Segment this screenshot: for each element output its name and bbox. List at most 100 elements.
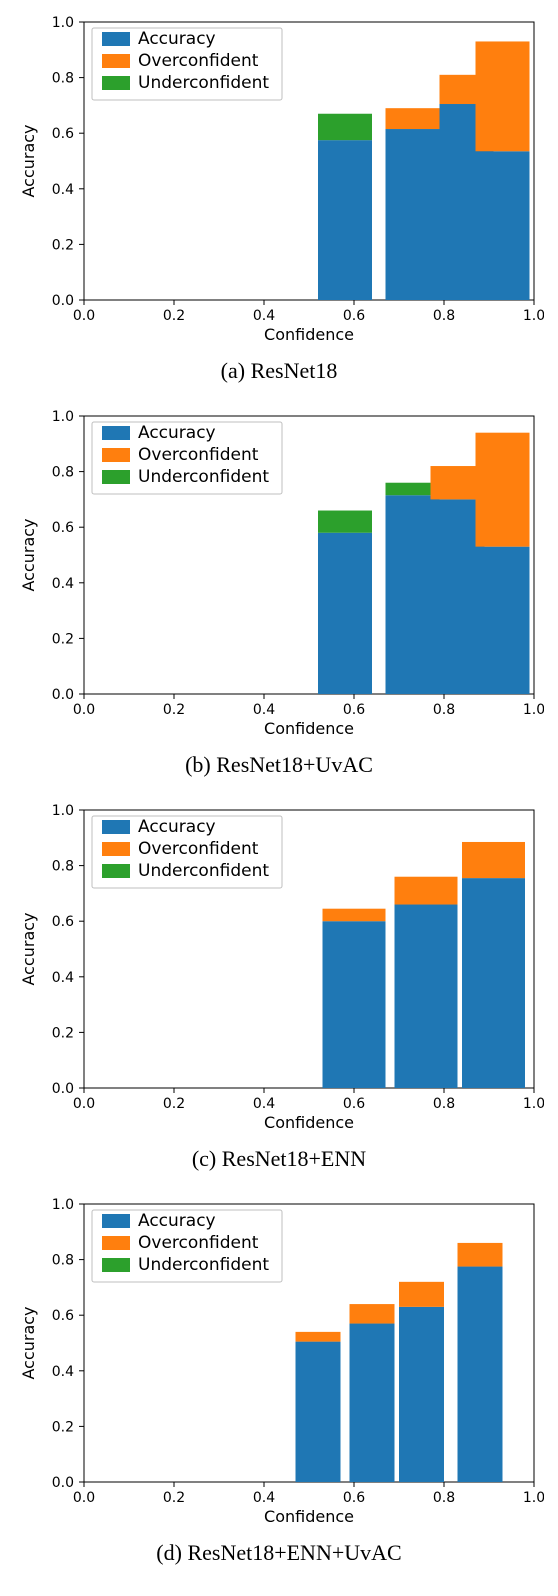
y-axis-label: Accuracy bbox=[19, 912, 38, 985]
y-axis-label: Accuracy bbox=[19, 124, 38, 197]
y-tick-label: 0.8 bbox=[52, 71, 74, 87]
bar-overconfident bbox=[462, 842, 525, 878]
bar-overconfident bbox=[296, 1332, 341, 1342]
y-tick-label: 1.0 bbox=[52, 803, 74, 819]
chart-svg: 0.00.20.40.60.81.00.00.20.40.60.81.0Conf… bbox=[14, 798, 544, 1138]
x-tick-label: 0.0 bbox=[73, 1490, 95, 1506]
x-axis-label: Confidence bbox=[264, 719, 354, 738]
x-tick-label: 1.0 bbox=[523, 308, 544, 324]
legend-swatch bbox=[102, 426, 130, 440]
chart-caption: (d) ResNet18+ENN+UvAC bbox=[0, 1540, 558, 1566]
bar-overconfident bbox=[350, 1304, 395, 1323]
x-tick-label: 1.0 bbox=[523, 702, 544, 718]
legend-swatch bbox=[102, 54, 130, 68]
y-tick-label: 0.4 bbox=[52, 1364, 74, 1380]
bar-accuracy bbox=[318, 533, 372, 694]
x-axis-label: Confidence bbox=[264, 1113, 354, 1132]
y-tick-label: 1.0 bbox=[52, 409, 74, 425]
legend-label: Underconfident bbox=[138, 467, 269, 487]
legend-label: Underconfident bbox=[138, 1255, 269, 1275]
legend-label: Accuracy bbox=[138, 423, 216, 443]
x-tick-label: 0.0 bbox=[73, 1096, 95, 1112]
x-tick-label: 0.8 bbox=[433, 308, 455, 324]
chart-svg: 0.00.20.40.60.81.00.00.20.40.60.81.0Conf… bbox=[14, 404, 544, 744]
legend-swatch bbox=[102, 32, 130, 46]
x-tick-label: 1.0 bbox=[523, 1096, 544, 1112]
x-tick-label: 0.6 bbox=[343, 702, 365, 718]
chart-panel-3: 0.00.20.40.60.81.00.00.20.40.60.81.0Conf… bbox=[0, 1192, 558, 1566]
x-tick-label: 0.2 bbox=[163, 702, 185, 718]
legend-label: Underconfident bbox=[138, 73, 269, 93]
legend-swatch bbox=[102, 1236, 130, 1250]
y-tick-label: 1.0 bbox=[52, 1197, 74, 1213]
y-tick-label: 0.6 bbox=[52, 520, 74, 536]
legend-swatch bbox=[102, 820, 130, 834]
chart-svg: 0.00.20.40.60.81.00.00.20.40.60.81.0Conf… bbox=[14, 10, 544, 350]
x-tick-label: 0.8 bbox=[433, 1490, 455, 1506]
legend-swatch bbox=[102, 470, 130, 484]
bar-accuracy bbox=[458, 1267, 503, 1482]
legend-label: Overconfident bbox=[138, 445, 259, 465]
legend-swatch bbox=[102, 76, 130, 90]
x-tick-label: 1.0 bbox=[523, 1490, 544, 1506]
legend-label: Underconfident bbox=[138, 861, 269, 881]
bar-accuracy bbox=[318, 140, 372, 300]
bar-accuracy bbox=[296, 1342, 341, 1482]
y-tick-label: 0.8 bbox=[52, 859, 74, 875]
x-tick-label: 0.2 bbox=[163, 1490, 185, 1506]
bar-underconfident bbox=[318, 511, 372, 533]
y-tick-label: 0.0 bbox=[52, 1081, 74, 1097]
bar-overconfident bbox=[476, 433, 530, 547]
bar-accuracy bbox=[395, 905, 458, 1088]
y-tick-label: 0.2 bbox=[52, 1419, 74, 1435]
legend-swatch bbox=[102, 1214, 130, 1228]
x-tick-label: 0.4 bbox=[253, 308, 275, 324]
legend-label: Overconfident bbox=[138, 51, 259, 71]
chart-panel-1: 0.00.20.40.60.81.00.00.20.40.60.81.0Conf… bbox=[0, 404, 558, 778]
legend-label: Overconfident bbox=[138, 839, 259, 859]
bar-accuracy bbox=[350, 1324, 395, 1482]
bar-overconfident bbox=[323, 909, 386, 922]
y-axis-label: Accuracy bbox=[19, 1306, 38, 1379]
x-tick-label: 0.2 bbox=[163, 308, 185, 324]
bar-overconfident bbox=[395, 877, 458, 905]
x-axis-label: Confidence bbox=[264, 1507, 354, 1526]
y-tick-label: 0.0 bbox=[52, 687, 74, 703]
bar-accuracy bbox=[476, 547, 530, 694]
bar-accuracy bbox=[462, 878, 525, 1088]
legend-label: Accuracy bbox=[138, 29, 216, 49]
x-axis-label: Confidence bbox=[264, 325, 354, 344]
y-tick-label: 0.6 bbox=[52, 126, 74, 142]
legend-swatch bbox=[102, 1258, 130, 1272]
legend-label: Accuracy bbox=[138, 1211, 216, 1231]
legend-label: Accuracy bbox=[138, 817, 216, 837]
x-tick-label: 0.6 bbox=[343, 308, 365, 324]
y-tick-label: 0.4 bbox=[52, 576, 74, 592]
bar-accuracy bbox=[386, 129, 440, 300]
legend-label: Overconfident bbox=[138, 1233, 259, 1253]
chart-caption: (a) ResNet18 bbox=[0, 358, 558, 384]
bar-overconfident bbox=[476, 41, 530, 151]
bar-overconfident bbox=[386, 108, 440, 129]
x-tick-label: 0.6 bbox=[343, 1490, 365, 1506]
bar-overconfident bbox=[458, 1243, 503, 1267]
y-tick-label: 0.4 bbox=[52, 970, 74, 986]
x-tick-label: 0.0 bbox=[73, 308, 95, 324]
legend-swatch bbox=[102, 842, 130, 856]
chart-caption: (c) ResNet18+ENN bbox=[0, 1146, 558, 1172]
legend-swatch bbox=[102, 448, 130, 462]
x-tick-label: 0.4 bbox=[253, 702, 275, 718]
bar-overconfident bbox=[399, 1282, 444, 1307]
y-tick-label: 0.4 bbox=[52, 182, 74, 198]
bar-accuracy bbox=[476, 151, 530, 300]
y-tick-label: 0.6 bbox=[52, 914, 74, 930]
chart-caption: (b) ResNet18+UvAC bbox=[0, 752, 558, 778]
y-tick-label: 0.0 bbox=[52, 1475, 74, 1491]
y-tick-label: 0.2 bbox=[52, 237, 74, 253]
x-tick-label: 0.2 bbox=[163, 1096, 185, 1112]
x-tick-label: 0.4 bbox=[253, 1490, 275, 1506]
x-tick-label: 0.8 bbox=[433, 1096, 455, 1112]
x-tick-label: 0.8 bbox=[433, 702, 455, 718]
y-tick-label: 0.8 bbox=[52, 1253, 74, 1269]
chart-svg: 0.00.20.40.60.81.00.00.20.40.60.81.0Conf… bbox=[14, 1192, 544, 1532]
